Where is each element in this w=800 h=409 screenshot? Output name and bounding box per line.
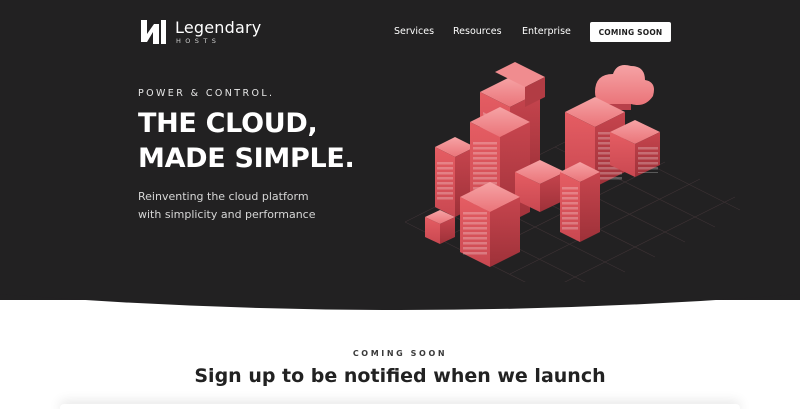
hero-curve-divider (0, 282, 800, 310)
hero-subtext: Reinventing the cloud platform with simp… (138, 188, 378, 224)
hero-headline-line-1: THE CLOUD, (138, 108, 318, 139)
server-tower-front (460, 182, 520, 267)
server-tower-front-right (560, 162, 600, 242)
signup-section-label: COMING SOON (352, 349, 448, 358)
hero-subtext-line-2: with simplicity and performance (138, 208, 316, 221)
coming-soon-button[interactable]: COMING SOON (590, 22, 671, 42)
signup-card (60, 404, 740, 409)
signup-title: Sign up to be notified when we launch (194, 365, 606, 387)
nav-link-enterprise[interactable]: Enterprise (522, 26, 571, 37)
small-cube (425, 210, 455, 244)
nav-link-resources[interactable]: Resources (453, 26, 502, 37)
isometric-cloud-servers-illustration (404, 62, 741, 282)
hero-headline-line-2: MADE SIMPLE. (138, 143, 355, 174)
top-navigation: Services Resources Enterprise (0, 24, 800, 44)
hero-subtext-line-1: Reinventing the cloud platform (138, 190, 309, 203)
hero-tagline: POWER & CONTROL. (138, 88, 275, 99)
hero-headline: THE CLOUD, MADE SIMPLE. (138, 106, 355, 176)
nav-link-services[interactable]: Services (394, 26, 434, 37)
server-rack-far-right (610, 120, 660, 177)
